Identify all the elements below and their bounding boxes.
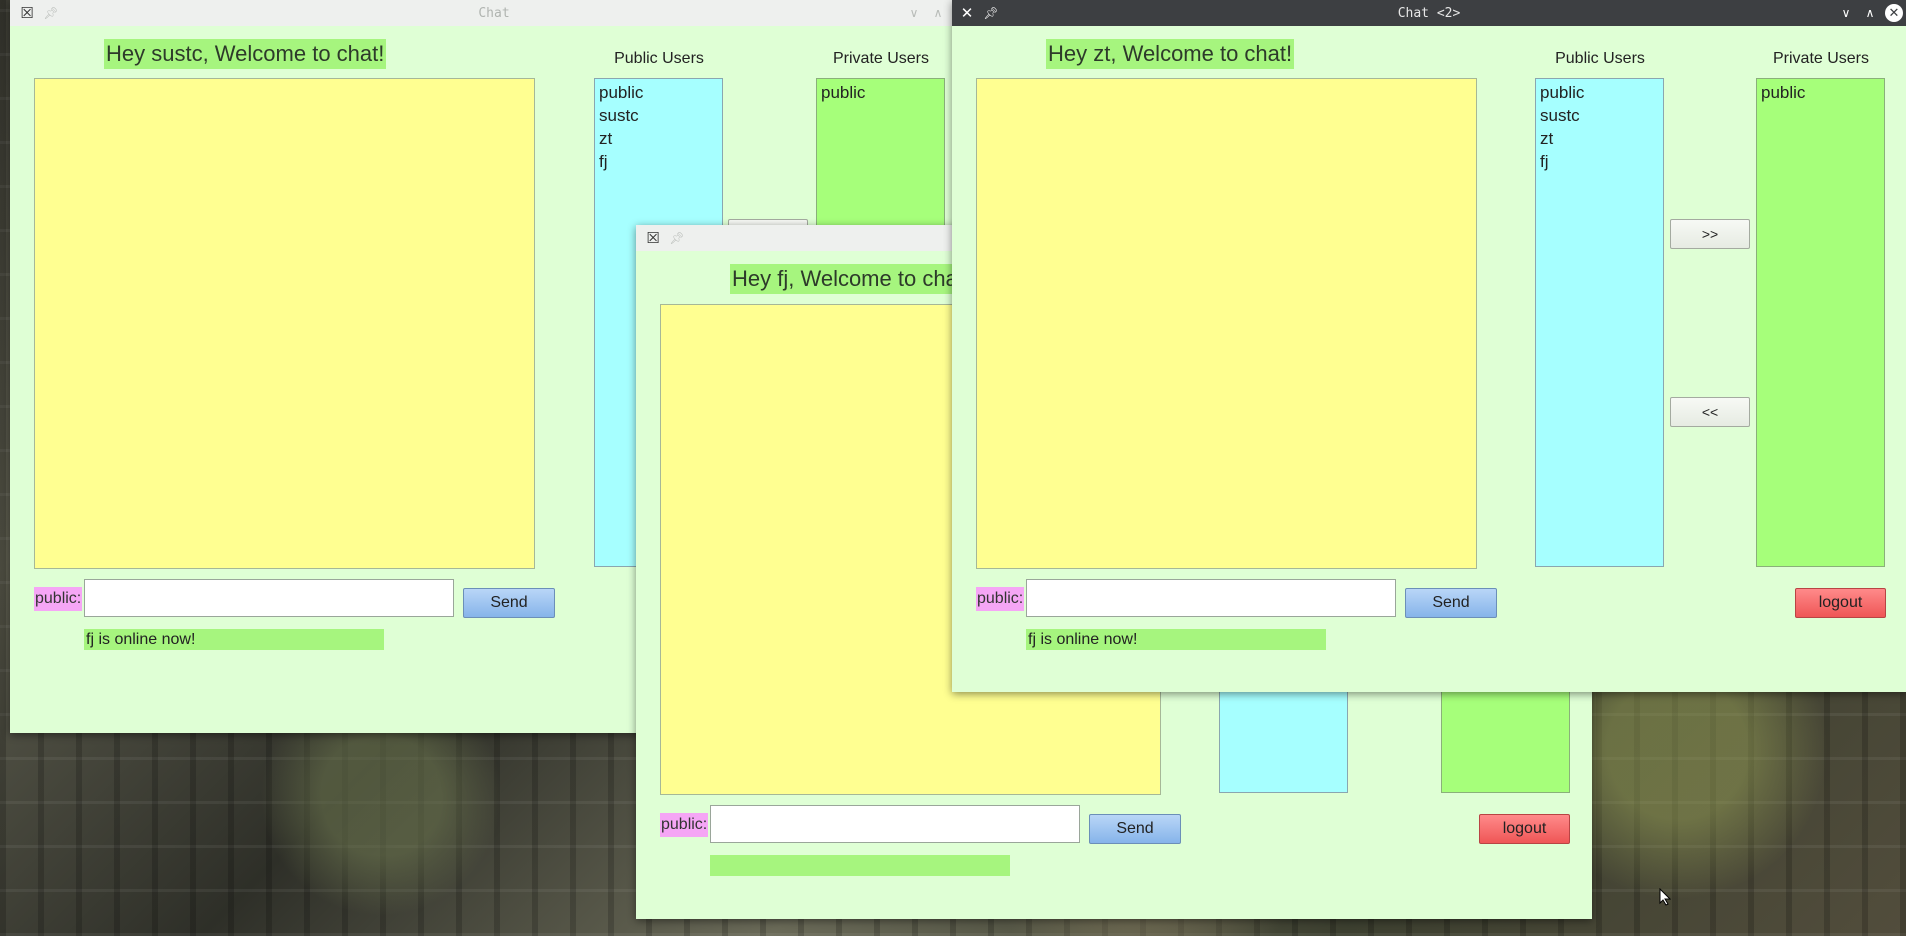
send-button[interactable]: Send [463, 588, 555, 618]
pin-icon[interactable]: 📌︎ [982, 4, 1000, 22]
private-users-list[interactable]: public [1756, 78, 1885, 567]
status-message: fj is online now! [84, 629, 384, 650]
list-item[interactable]: public [599, 81, 718, 104]
public-users-header: Public Users [614, 50, 704, 67]
status-message [710, 855, 1010, 876]
list-item[interactable]: sustc [1540, 104, 1659, 127]
chat-window-zt: ✕ 📌︎ Chat <2> ∨ ∧ ✕ Hey zt, Welcome to c… [952, 0, 1906, 692]
minimize-icon[interactable]: ∨ [1837, 4, 1855, 22]
public-users-header: Public Users [1555, 50, 1645, 67]
close-icon[interactable]: ☒ [644, 229, 662, 247]
maximize-icon[interactable]: ∧ [1861, 4, 1879, 22]
list-item[interactable]: public [1761, 81, 1880, 104]
send-button[interactable]: Send [1089, 814, 1181, 844]
message-input[interactable] [84, 579, 454, 617]
pin-icon[interactable]: 📌︎ [668, 229, 686, 247]
message-input[interactable] [710, 805, 1080, 843]
titlebar[interactable]: ☒ 📌︎ Chat ∨ ∧ [10, 0, 978, 26]
add-private-button[interactable]: >> [1670, 219, 1750, 249]
send-button[interactable]: Send [1405, 588, 1497, 618]
channel-prefix-label: public: [660, 813, 709, 837]
welcome-label: Hey fj, Welcome to chat! [730, 264, 973, 294]
logout-button[interactable]: logout [1479, 814, 1570, 844]
message-input[interactable] [1026, 579, 1396, 617]
public-users-list[interactable]: public sustc zt fj [1535, 78, 1664, 567]
window-title: Chat <2> [1397, 5, 1461, 21]
welcome-label: Hey sustc, Welcome to chat! [104, 39, 387, 69]
close-icon[interactable]: ✕ [958, 4, 976, 22]
close-icon[interactable]: ☒ [18, 4, 36, 22]
window-title: Chat [478, 5, 510, 21]
channel-prefix-label: public: [976, 587, 1025, 611]
titlebar[interactable]: ✕ 📌︎ Chat <2> ∨ ∧ ✕ [952, 0, 1906, 26]
status-message: fj is online now! [1026, 629, 1326, 650]
list-item[interactable]: fj [599, 150, 718, 173]
remove-private-button[interactable]: << [1670, 397, 1750, 427]
close-circle-icon[interactable]: ✕ [1885, 4, 1903, 22]
maximize-icon[interactable]: ∧ [929, 4, 947, 22]
chat-messages-area[interactable] [34, 78, 535, 569]
private-users-header: Private Users [832, 50, 930, 67]
logout-button[interactable]: logout [1795, 588, 1886, 618]
mouse-cursor-icon [1659, 888, 1671, 906]
welcome-label: Hey zt, Welcome to chat! [1046, 39, 1295, 69]
list-item[interactable]: fj [1540, 150, 1659, 173]
pin-icon[interactable]: 📌︎ [42, 4, 60, 22]
list-item[interactable]: zt [1540, 127, 1659, 150]
list-item[interactable]: zt [599, 127, 718, 150]
list-item[interactable]: public [821, 81, 940, 104]
minimize-icon[interactable]: ∨ [905, 4, 923, 22]
list-item[interactable]: sustc [599, 104, 718, 127]
chat-messages-area[interactable] [976, 78, 1477, 569]
list-item[interactable]: public [1540, 81, 1659, 104]
channel-prefix-label: public: [34, 587, 83, 611]
private-users-header: Private Users [1772, 50, 1870, 67]
